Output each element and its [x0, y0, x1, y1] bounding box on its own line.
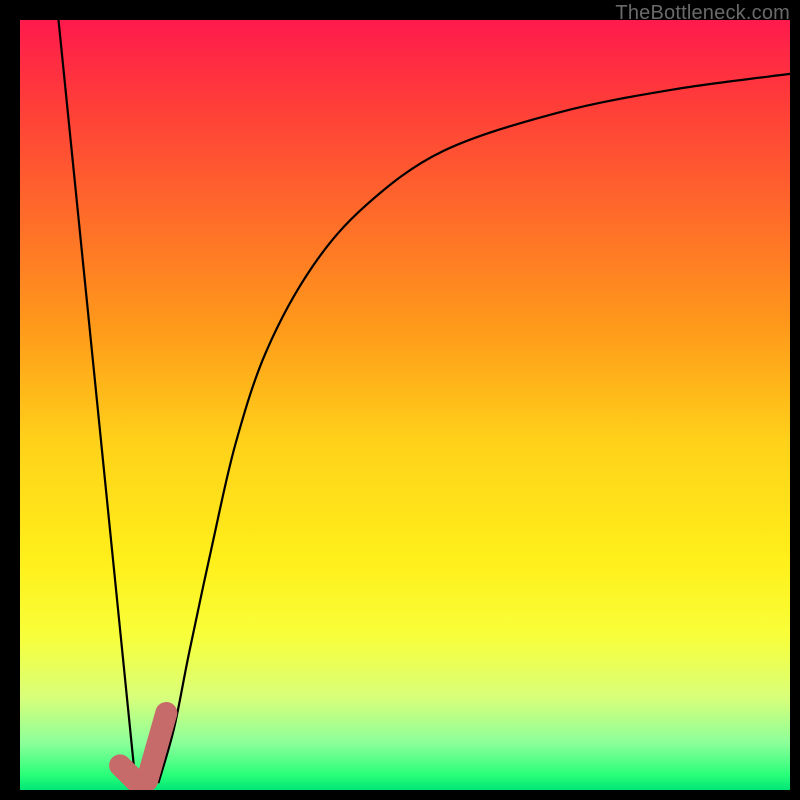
watermark-text: TheBottleneck.com — [615, 2, 790, 25]
plot-area — [20, 20, 790, 790]
bottleneck-right-curve — [159, 74, 790, 782]
bottleneck-left-line — [59, 20, 136, 782]
chart-frame: TheBottleneck.com — [0, 0, 800, 800]
curve-layer — [20, 20, 790, 790]
checkmark-icon — [120, 713, 166, 781]
